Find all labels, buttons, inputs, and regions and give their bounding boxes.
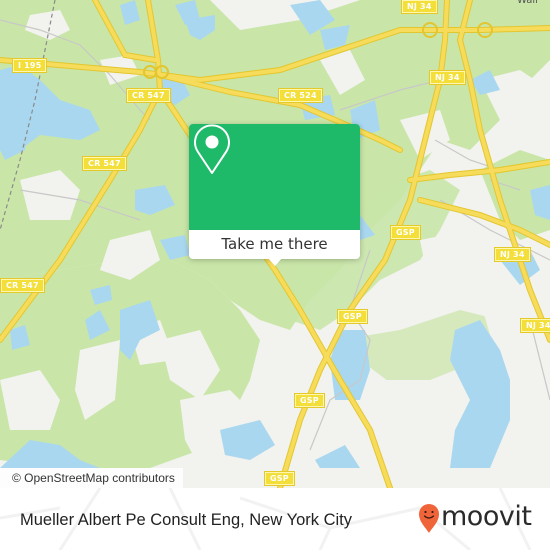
- road-shield-cr547: CR 547: [83, 157, 126, 170]
- popup-header: [189, 124, 360, 230]
- road-shield-gsp: GSP: [265, 472, 294, 485]
- road-shield-gsp: GSP: [391, 226, 420, 239]
- road-shield-cr524: CR 524: [279, 89, 322, 102]
- location-popup: Take me there: [189, 124, 360, 266]
- road-shield-gsp: GSP: [338, 310, 367, 323]
- road-shield-nj34: NJ 34: [495, 248, 530, 261]
- moovit-wordmark: moovit: [441, 501, 532, 532]
- map-view[interactable]: I 195 CR 547 CR 524 NJ 34 NJ 34 CR 547 G…: [0, 0, 550, 488]
- road-shield-nj34: NJ 34: [430, 71, 465, 84]
- road-shield-cr547: CR 547: [1, 279, 44, 292]
- take-me-there-button[interactable]: Take me there: [189, 230, 360, 259]
- moovit-smiley-pin-icon: [419, 504, 439, 533]
- location-pin-icon: [194, 124, 230, 174]
- town-label-wall: Wall: [517, 0, 538, 6]
- popup-pointer: [267, 257, 283, 266]
- place-title: Mueller Albert Pe Consult Eng, New York …: [20, 511, 352, 529]
- road-shield-i195: I 195: [13, 59, 47, 72]
- road-shield-gsp: GSP: [295, 394, 324, 407]
- map-attribution[interactable]: © OpenStreetMap contributors: [0, 468, 183, 488]
- road-shield-cr547: CR 547: [127, 89, 170, 102]
- road-shield-nj34: NJ 34: [521, 319, 550, 332]
- road-shield-nj34: NJ 34: [402, 0, 437, 13]
